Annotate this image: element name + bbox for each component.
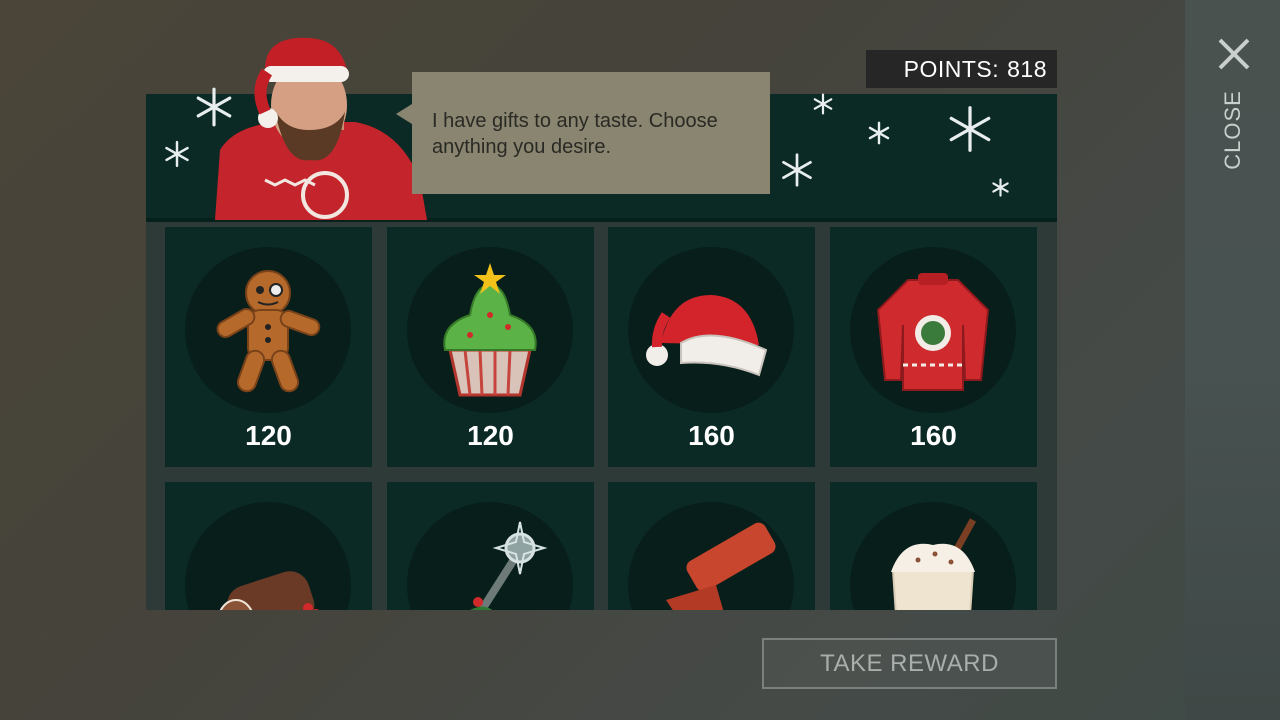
reward-card-eggnog[interactable] <box>830 482 1037 610</box>
snowflake-icon <box>813 93 833 115</box>
speech-bubble-tail <box>396 104 412 124</box>
cupcake-icon <box>443 263 537 397</box>
snowflake-icon <box>868 121 890 145</box>
sweater-icon <box>876 273 990 391</box>
reward-card-staff[interactable] <box>387 482 594 610</box>
santa-character-portrait <box>215 37 427 220</box>
staff-icon <box>470 521 548 610</box>
eggnog-icon <box>891 518 977 610</box>
reward-card-cupcake[interactable]: 120 <box>387 227 594 467</box>
item-price: 120 <box>467 420 514 451</box>
snowflake-icon <box>949 106 991 152</box>
reward-card-yule-log[interactable] <box>165 482 372 610</box>
yule-log-icon <box>219 571 319 610</box>
santa-hat-icon <box>646 295 768 377</box>
points-value: 818 <box>1007 55 1047 82</box>
snowflake-icon <box>782 153 812 187</box>
take-reward-button[interactable]: TAKE REWARD <box>762 638 1057 689</box>
reward-card-santa-hat[interactable]: 160 <box>608 227 815 467</box>
reward-card-flare-gun[interactable] <box>608 482 815 610</box>
reward-card-gingerbread[interactable]: 120 <box>165 227 372 467</box>
item-price: 160 <box>910 420 957 451</box>
points-display: POINTS: 818 <box>866 50 1057 88</box>
gingerbread-icon <box>216 270 321 393</box>
snowflake-icon <box>992 178 1009 197</box>
reward-grid: 120 120 160 160 <box>146 222 1057 610</box>
snowflake-icon <box>165 140 189 168</box>
points-label: POINTS: <box>903 55 1000 82</box>
reward-card-sweater[interactable]: 160 <box>830 227 1037 467</box>
item-price: 120 <box>245 420 292 451</box>
flare-gun-icon <box>666 522 776 610</box>
item-price: 160 <box>688 420 735 451</box>
speech-bubble: I have gifts to any taste. Choose anythi… <box>412 72 770 194</box>
close-button[interactable]: CLOSE <box>1220 90 1246 170</box>
close-icon[interactable] <box>1214 34 1254 74</box>
